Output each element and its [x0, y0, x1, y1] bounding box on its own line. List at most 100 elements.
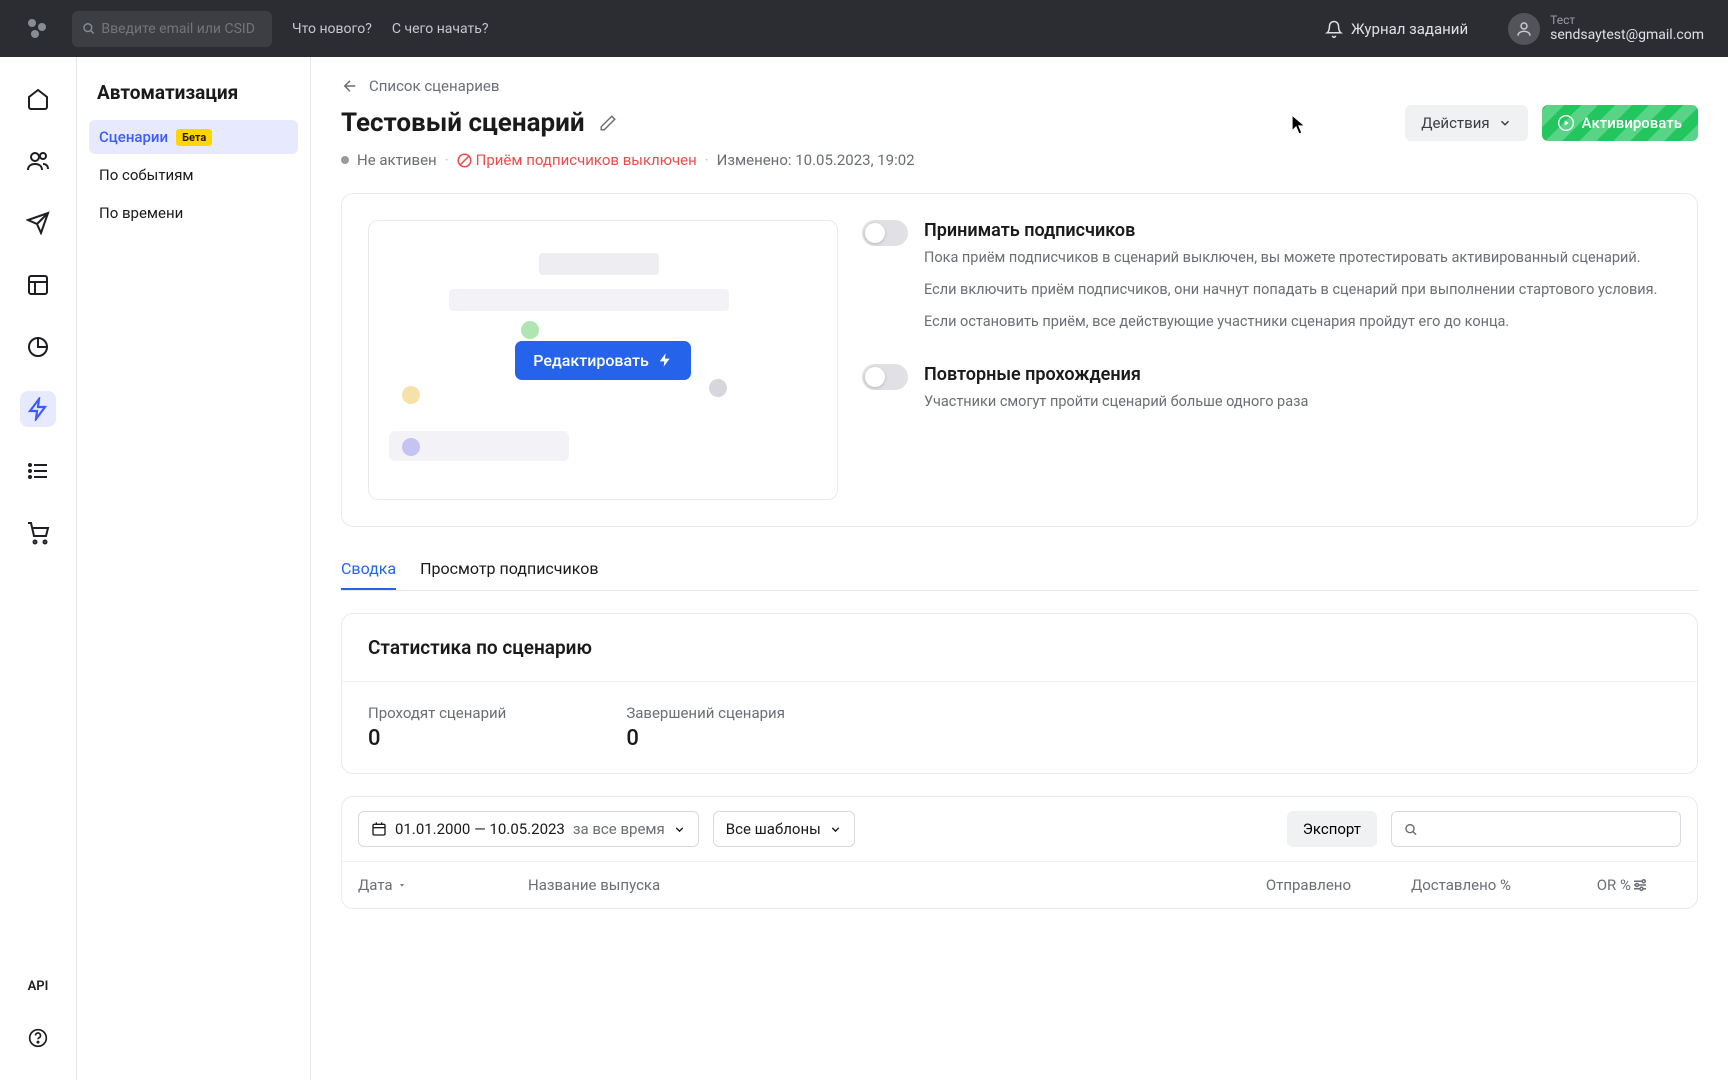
- table-search[interactable]: [1391, 811, 1681, 847]
- col-delivered[interactable]: Доставлено %: [1351, 876, 1511, 894]
- repeat-passes-toggle[interactable]: [862, 364, 908, 390]
- toggle-description: Пока приём подписчиков в сценарий выключ…: [924, 247, 1657, 269]
- toggle-settings: Принимать подписчиков Пока приём подписч…: [862, 220, 1671, 500]
- bolt-icon: [657, 352, 673, 368]
- date-range-picker[interactable]: 01.01.2000 — 10.05.2023 за все время: [358, 811, 699, 847]
- repeat-passes-setting: Повторные прохождения Участники смогут п…: [862, 364, 1671, 423]
- col-settings[interactable]: [1631, 876, 1681, 894]
- getting-started-link[interactable]: С чего начать?: [392, 21, 489, 37]
- chevron-down-icon: [1498, 116, 1512, 130]
- automation-sidebar: Автоматизация Сценарии Бета По событиям …: [77, 57, 311, 1080]
- col-sent[interactable]: Отправлено: [1221, 876, 1351, 894]
- sidebar-item-label: Сценарии: [99, 128, 168, 146]
- actions-label: Действия: [1421, 114, 1489, 132]
- search-icon: [1404, 822, 1418, 837]
- bell-icon: [1325, 20, 1343, 38]
- logo-icon: [24, 15, 52, 43]
- chevron-down-icon: [673, 823, 686, 836]
- sidebar-item-label: По времени: [99, 204, 183, 222]
- sidebar-item-scenarios[interactable]: Сценарии Бета: [89, 120, 298, 154]
- templates-label: Все шаблоны: [726, 820, 821, 838]
- stat-in-progress: Проходят сценарий 0: [368, 704, 506, 751]
- page-header: Тестовый сценарий Действия Активировать: [341, 105, 1698, 141]
- home-icon: [26, 87, 50, 111]
- cart-icon: [26, 521, 50, 545]
- col-date[interactable]: Дата: [358, 876, 528, 894]
- nav-content[interactable]: [20, 267, 56, 303]
- config-panel: Редактировать Принимать подписчиков Пока…: [341, 193, 1698, 527]
- edit-button-label: Редактировать: [533, 351, 649, 370]
- actions-dropdown[interactable]: Действия: [1405, 105, 1527, 141]
- edit-scenario-button[interactable]: Редактировать: [515, 341, 691, 380]
- templates-dropdown[interactable]: Все шаблоны: [713, 811, 855, 847]
- whats-new-link[interactable]: Что нового?: [292, 21, 372, 37]
- stats-title: Статистика по сценарию: [342, 614, 1697, 682]
- search-icon: [82, 21, 95, 36]
- sidebar-item-time[interactable]: По времени: [89, 196, 298, 230]
- list-icon: [26, 459, 50, 483]
- avatar: [1508, 13, 1540, 45]
- stat-value: 0: [626, 726, 785, 751]
- sidebar-title: Автоматизация: [89, 81, 298, 120]
- edit-title-button[interactable]: [599, 114, 617, 132]
- status-dot: [341, 156, 349, 164]
- toggle-description: Если остановить приём, все действующие у…: [924, 311, 1657, 333]
- status-modified: Изменено: 10.05.2023, 19:02: [717, 151, 915, 169]
- help-icon: [28, 1028, 48, 1048]
- toggle-title: Повторные прохождения: [924, 364, 1308, 385]
- arrow-left-icon: [341, 77, 359, 95]
- breadcrumb-back[interactable]: Список сценариев: [341, 77, 1698, 95]
- nav-automation[interactable]: [20, 391, 56, 427]
- table-search-input[interactable]: [1426, 820, 1668, 838]
- settings-icon: [1631, 876, 1649, 894]
- tab-summary[interactable]: Сводка: [341, 549, 396, 590]
- pie-chart-icon: [26, 335, 50, 359]
- user-info: Тест sendsaytest@gmail.com: [1550, 13, 1704, 44]
- pencil-icon: [599, 114, 617, 132]
- global-search-input[interactable]: [101, 21, 262, 37]
- nav-campaigns[interactable]: [20, 205, 56, 241]
- page-title: Тестовый сценарий: [341, 108, 585, 138]
- activate-button[interactable]: Активировать: [1542, 105, 1698, 141]
- accept-subscribers-toggle[interactable]: [862, 220, 908, 246]
- global-search[interactable]: [72, 11, 272, 47]
- main-content: Список сценариев Тестовый сценарий Дейст…: [311, 57, 1728, 1080]
- task-journal-button[interactable]: Журнал заданий: [1325, 20, 1468, 38]
- nav-subscribers[interactable]: [20, 143, 56, 179]
- send-icon: [26, 211, 50, 235]
- stat-label: Проходят сценарий: [368, 704, 506, 722]
- nav-forms[interactable]: [20, 453, 56, 489]
- date-range-text: 01.01.2000 — 10.05.2023: [395, 820, 565, 838]
- toggle-description: Участники смогут пройти сценарий больше …: [924, 391, 1308, 413]
- nav-help[interactable]: [20, 1020, 56, 1056]
- user-label: Тест: [1550, 13, 1704, 27]
- status-intake-off: Приём подписчиков выключен: [457, 151, 697, 169]
- date-preset-text: за все время: [573, 820, 665, 838]
- nav-home[interactable]: [20, 81, 56, 117]
- user-menu[interactable]: Тест sendsaytest@gmail.com: [1508, 13, 1704, 45]
- nav-reports[interactable]: [20, 329, 56, 365]
- bolt-icon: [26, 397, 50, 421]
- tab-subscribers[interactable]: Просмотр подписчиков: [420, 549, 598, 590]
- nav-rail: API: [0, 57, 77, 1080]
- export-button[interactable]: Экспорт: [1287, 811, 1377, 847]
- nav-ecommerce[interactable]: [20, 515, 56, 551]
- chevron-down-icon: [829, 823, 842, 836]
- col-name[interactable]: Название выпуска: [528, 876, 1221, 894]
- beta-badge: Бета: [176, 129, 212, 146]
- calendar-icon: [371, 821, 387, 837]
- nav-api[interactable]: API: [28, 979, 49, 994]
- user-icon: [1515, 20, 1533, 38]
- no-entry-icon: [457, 153, 472, 168]
- logo[interactable]: [24, 15, 52, 43]
- table-header-row: Дата Название выпуска Отправлено Доставл…: [342, 861, 1697, 908]
- stats-panel: Статистика по сценарию Проходят сценарий…: [341, 613, 1698, 774]
- scenario-preview: Редактировать: [368, 220, 838, 500]
- stat-label: Завершений сценария: [626, 704, 785, 722]
- sidebar-item-events[interactable]: По событиям: [89, 158, 298, 192]
- status-bar: Не активен · Приём подписчиков выключен …: [341, 151, 1698, 169]
- play-circle-icon: [1558, 115, 1574, 131]
- users-icon: [26, 149, 50, 173]
- col-or[interactable]: OR %: [1511, 876, 1631, 894]
- activate-label: Активировать: [1582, 114, 1682, 132]
